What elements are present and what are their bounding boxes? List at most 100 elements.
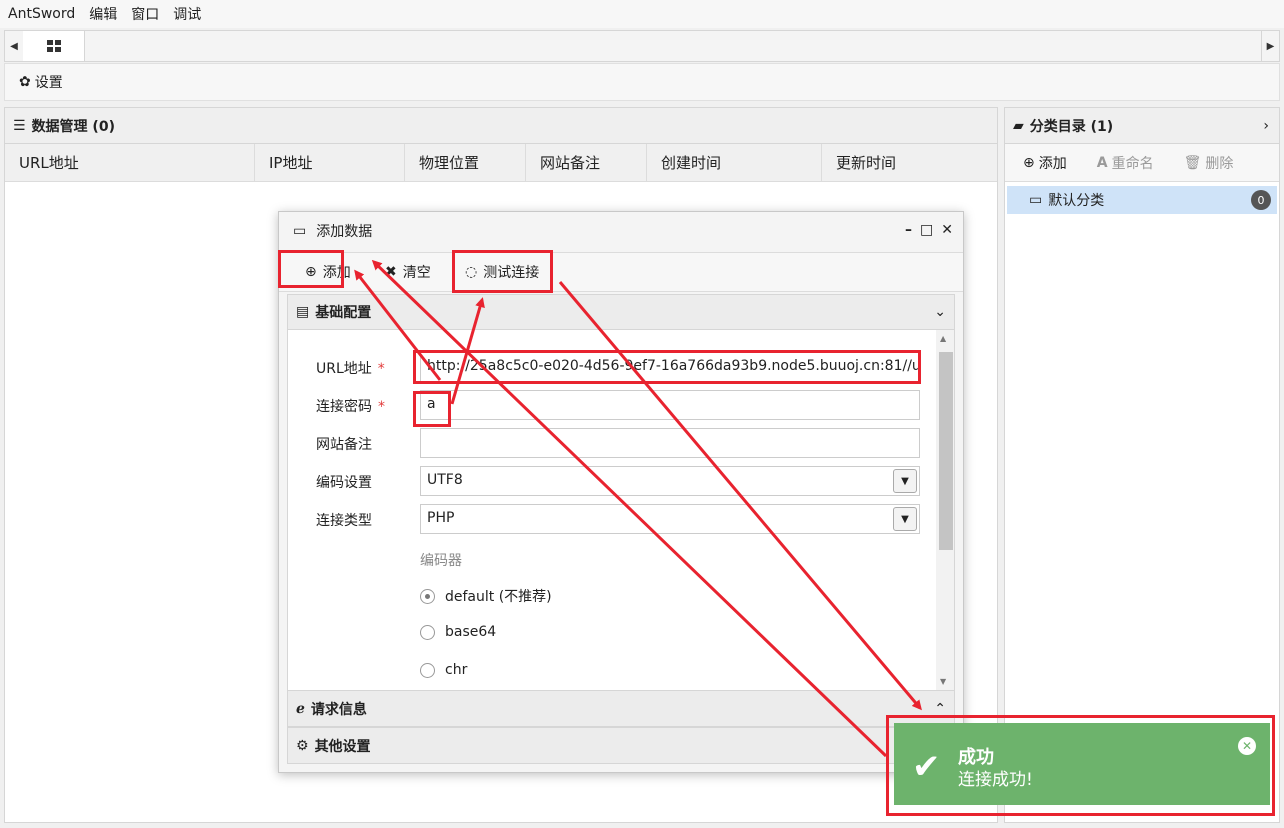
encoder-option-chr[interactable]: chr (420, 662, 467, 678)
chevron-down-icon: ⌄ (934, 304, 946, 320)
encoding-value: UTF8 (427, 472, 463, 488)
column-header-updated[interactable]: 更新时间 (822, 144, 997, 181)
url-label: URL地址 * (316, 361, 385, 377)
password-row: 连接密码 * a (288, 390, 938, 422)
tab-scroll-left-icon[interactable]: ◀ (5, 31, 23, 61)
settings-button[interactable]: ✿ 设置 (19, 72, 63, 92)
section-basic-title: 基础配置 (315, 305, 372, 321)
main-toolbar: ✿ 设置 (4, 63, 1280, 101)
category-delete-label: 删除 (1205, 155, 1234, 172)
encoder-label: 编码器 (420, 553, 462, 569)
menu-bar: AntSword 编辑 窗口 调试 (0, 0, 1284, 28)
category-delete-button[interactable]: 🗑 删除 (1184, 153, 1234, 173)
category-item-default[interactable]: ▭ 默认分类 0 (1007, 186, 1277, 214)
collapse-right-icon[interactable]: › (1263, 118, 1269, 134)
menu-debug[interactable]: 调试 (173, 4, 201, 24)
annotation-box-password (413, 391, 451, 427)
encoder-option-label: default (不推荐) (445, 589, 552, 605)
category-panel-title: 分类目录 (1) (1029, 118, 1114, 135)
radio-unchecked-icon (420, 662, 435, 678)
type-select[interactable]: PHP ▼ (420, 504, 920, 534)
settings-label: 设置 (34, 75, 63, 91)
tab-strip: ◀ ▶ (4, 30, 1280, 62)
encoder-option-label: base64 (445, 624, 497, 640)
note-input[interactable] (420, 428, 920, 458)
scroll-up-icon[interactable]: ▲ (940, 334, 946, 343)
encoder-option-default[interactable]: default (不推荐) (420, 586, 552, 606)
radio-unchecked-icon (420, 624, 435, 640)
dialog-title: 添加数据 (316, 224, 373, 240)
section-request-title: 请求信息 (310, 701, 367, 718)
column-header-url[interactable]: URL地址 (5, 144, 255, 181)
data-panel-header: ☰ 数据管理 (0) (5, 108, 997, 144)
scroll-thumb[interactable] (939, 352, 953, 550)
note-label: 网站备注 (316, 437, 372, 453)
menu-window[interactable]: 窗口 (131, 4, 159, 24)
type-row: 连接类型 PHP ▼ (288, 504, 938, 536)
dialog-toolbar: ⊕ 添加 ✖ 清空 ◌ 测试连接 (279, 252, 963, 292)
data-grid-header: URL地址 IP地址 物理位置 网站备注 创建时间 更新时间 (5, 144, 997, 182)
list-icon: ☰ (13, 117, 26, 134)
maximize-icon[interactable]: □ (920, 222, 933, 238)
browser-icon: ℯ (296, 700, 305, 717)
category-toolbar: ⊕ 添加 A 重命名 🗑 删除 (1005, 144, 1279, 182)
menu-edit[interactable]: 编辑 (89, 4, 117, 24)
category-add-button[interactable]: ⊕ 添加 (1023, 153, 1067, 173)
column-header-note[interactable]: 网站备注 (526, 144, 647, 181)
category-count-badge: 0 (1251, 190, 1271, 210)
category-add-label: 添加 (1038, 155, 1067, 172)
menu-antsword[interactable]: AntSword (8, 6, 75, 22)
cogs-icon: ⚙ (296, 737, 309, 754)
gear-icon: ✿ (19, 74, 31, 90)
note-row: 网站备注 (288, 428, 938, 460)
column-header-created[interactable]: 创建时间 (647, 144, 822, 181)
column-header-ip[interactable]: IP地址 (255, 144, 405, 181)
document-icon: ▤ (296, 304, 310, 320)
basic-config-form: URL地址 * http://25a8c5c0-e020-4d56-9ef7-16… (287, 330, 955, 690)
chevron-down-icon: ▼ (893, 469, 917, 493)
plus-circle-icon: ⊕ (1023, 154, 1035, 171)
category-panel-header: ▰ 分类目录 (1) › (1005, 108, 1279, 144)
folder-open-icon: ▭ (1029, 192, 1043, 208)
column-header-location[interactable]: 物理位置 (405, 144, 526, 181)
password-label: 连接密码 * (316, 399, 385, 415)
dialog-clear-label: 清空 (402, 265, 431, 281)
annotation-box-toast (886, 715, 1275, 816)
section-other-title: 其他设置 (314, 738, 371, 755)
type-value: PHP (427, 510, 455, 526)
category-item-label: 默认分类 (1048, 193, 1105, 209)
encoding-row: 编码设置 UTF8 ▼ (288, 466, 938, 498)
section-request-info[interactable]: ℯ 请求信息 ⌃ (287, 690, 955, 727)
category-rename-button[interactable]: A 重命名 (1097, 153, 1154, 173)
encoder-option-label: chr (445, 662, 468, 678)
dialog-clear-button[interactable]: ✖ 清空 (385, 253, 431, 291)
trash-icon: 🗑 (1183, 154, 1202, 171)
tab-scroll-right-icon[interactable]: ▶ (1261, 31, 1279, 61)
form-scrollbar[interactable]: ▲ ▼ (936, 330, 954, 690)
type-label: 连接类型 (316, 513, 372, 529)
scroll-down-icon[interactable]: ▼ (940, 677, 946, 686)
category-rename-label: 重命名 (1111, 155, 1154, 172)
close-icon[interactable]: ✕ (941, 222, 953, 238)
annotation-box-add (278, 250, 344, 288)
encoding-label: 编码设置 (316, 475, 372, 491)
dialog-titlebar[interactable]: ▭ 添加数据 – □ ✕ (279, 212, 963, 250)
add-data-dialog: ▭ 添加数据 – □ ✕ ⊕ 添加 ✖ 清空 ◌ 测试连接 ▤ 基础配置 ⌄ U… (278, 211, 964, 773)
password-input[interactable]: a (420, 390, 920, 420)
folder-icon: ▰ (1013, 117, 1024, 134)
encoding-select[interactable]: UTF8 ▼ (420, 466, 920, 496)
grid-icon (46, 40, 61, 52)
minimize-icon[interactable]: – (905, 222, 912, 238)
chevron-down-icon: ▼ (893, 507, 917, 531)
annotation-box-test (452, 250, 553, 293)
radio-checked-icon (420, 588, 435, 604)
tab-home[interactable] (23, 31, 85, 61)
section-basic-config[interactable]: ▤ 基础配置 ⌄ (287, 294, 955, 330)
window-icon: ▭ (293, 223, 307, 239)
annotation-box-url (413, 350, 921, 384)
x-icon: ✖ (385, 264, 397, 280)
data-panel-title: 数据管理 (0) (31, 118, 115, 135)
section-other-settings[interactable]: ⚙ 其他设置 ⌃ (287, 727, 955, 764)
font-icon: A (1096, 154, 1108, 171)
encoder-option-base64[interactable]: base64 (420, 624, 496, 640)
